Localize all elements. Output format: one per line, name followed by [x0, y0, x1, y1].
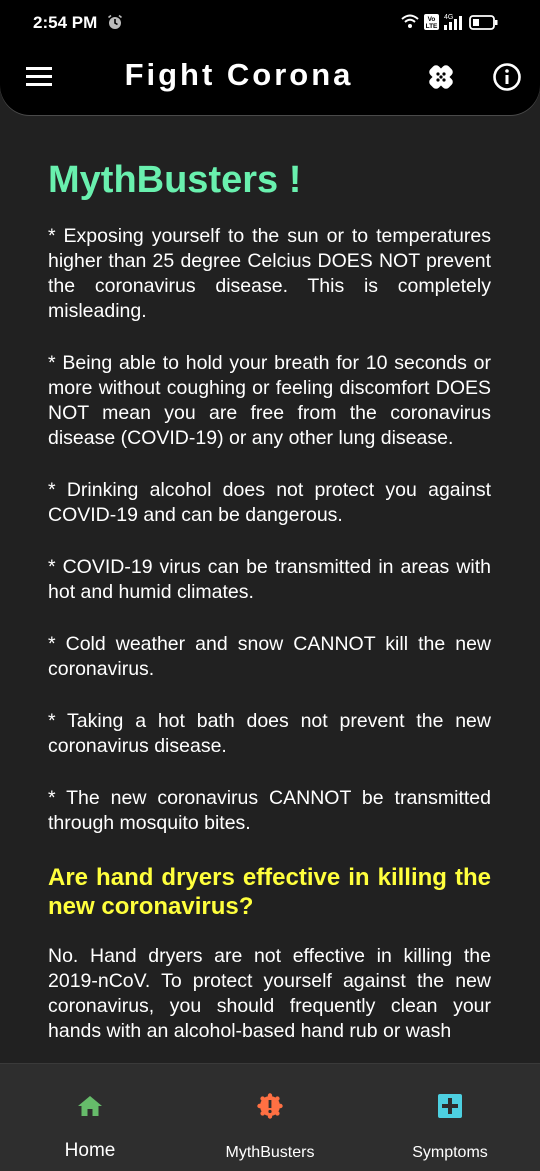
question-heading: Are hand dryers effective in killing the…	[48, 864, 491, 920]
answer-text: No. Hand dryers are not effective in kil…	[48, 945, 491, 1042]
system-icons: Vo LTE 4G	[400, 12, 510, 37]
bottom-navigation: Home MythBusters Symptoms	[0, 1063, 540, 1171]
mythbusters-content[interactable]: MythBusters ! * Exposing yourself to the…	[48, 115, 491, 1063]
virus-icon[interactable]	[424, 60, 458, 94]
page-title: MythBusters !	[48, 159, 302, 201]
nav-symptoms[interactable]: Symptoms	[360, 1064, 540, 1171]
volte-icon: Vo LTE	[424, 14, 439, 30]
myth-item: * COVID-19 virus can be transmitted in a…	[48, 556, 491, 603]
nav-symptoms-label: Symptoms	[412, 1144, 488, 1161]
myth-item: * Cold weather and snow CANNOT kill the …	[48, 633, 491, 680]
app-header: Fight Corona	[0, 40, 540, 115]
status-time: 2:54 PM	[33, 13, 98, 32]
alarm-icon	[107, 14, 123, 35]
home-icon	[76, 1092, 104, 1120]
nav-mythbusters[interactable]: MythBusters	[180, 1064, 360, 1171]
svg-text:LTE: LTE	[426, 23, 438, 30]
myth-item: * Drinking alcohol does not protect you …	[48, 479, 491, 526]
nav-mythbusters-label: MythBusters	[225, 1144, 315, 1161]
app-title: Fight Corona	[124, 57, 354, 92]
svg-text:Vo: Vo	[428, 16, 436, 23]
medical-cross-icon	[436, 1092, 464, 1120]
battery-icon	[469, 15, 498, 30]
wifi-icon	[401, 14, 419, 28]
signal-icon: 4G	[444, 14, 462, 30]
myth-item: * Being able to hold your breath for 10 …	[48, 352, 491, 449]
myth-item: * Taking a hot bath does not prevent the…	[48, 710, 491, 757]
network-label: 4G	[444, 14, 453, 21]
myth-item: * The new coronavirus CANNOT be transmit…	[48, 787, 491, 834]
nav-home[interactable]: Home	[0, 1064, 180, 1171]
nav-home-label: Home	[64, 1140, 116, 1161]
alert-badge-icon	[256, 1092, 284, 1120]
myth-item: * Exposing yourself to the sun or to tem…	[48, 225, 491, 322]
info-icon[interactable]	[491, 61, 523, 93]
